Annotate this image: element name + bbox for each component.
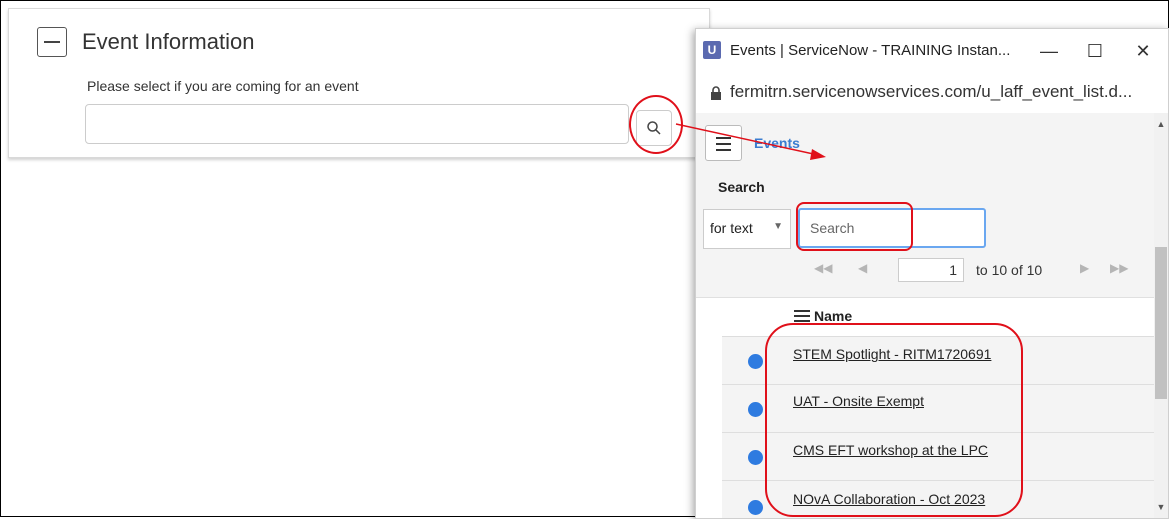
annotation-arrow: [675, 123, 826, 160]
